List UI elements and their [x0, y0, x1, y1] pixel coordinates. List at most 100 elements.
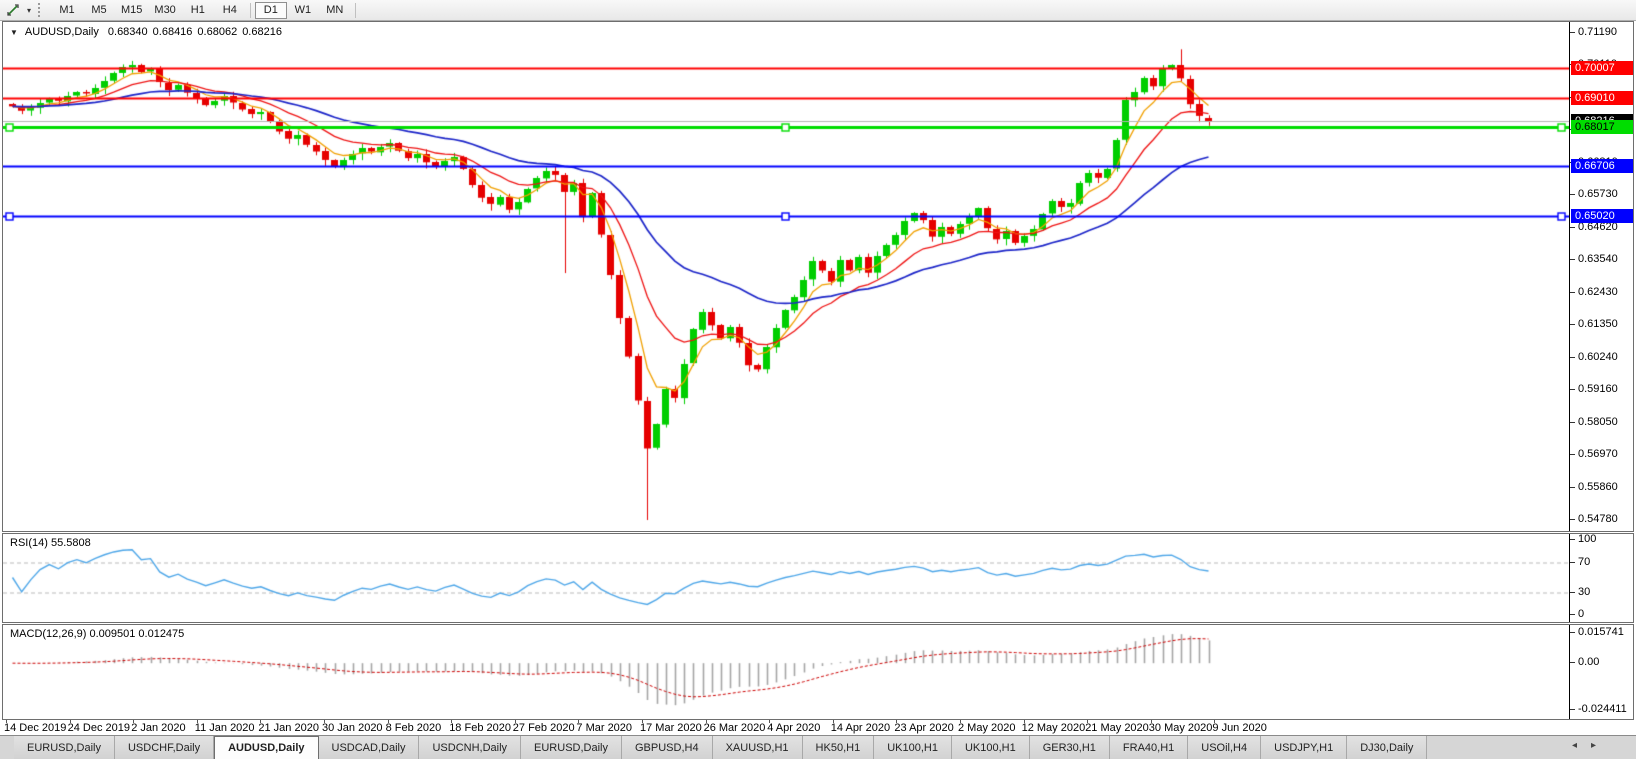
price-tick: 0.56970: [1578, 448, 1618, 461]
time-axis: 14 Dec 201924 Dec 20192 Jan 2020 11 Jan 2…: [2, 720, 1634, 735]
chart-open-value: 0.68340: [108, 26, 148, 38]
timeframe-button-m1[interactable]: M1: [51, 2, 83, 19]
chart-tab-usdchf-daily[interactable]: USDCHF,Daily: [115, 736, 214, 759]
chart-symbol: AUDUSD,Daily: [25, 26, 99, 38]
rsi-tick: 70: [1578, 556, 1590, 569]
chart-tab-ger30-h1[interactable]: GER30,H1: [1030, 736, 1110, 759]
chart-tab-xauusd-h1[interactable]: XAUUSD,H1: [713, 736, 803, 759]
chart-tab-usdcnh-daily[interactable]: USDCNH,Daily: [419, 736, 521, 759]
time-label: 8 Feb 2020: [386, 722, 442, 734]
mt4-window: ▾ M1M5M15M30H1H4 D1W1MN ▼ AUDUSD,Daily 0.…: [0, 0, 1636, 759]
timeframe-button-m5[interactable]: M5: [83, 2, 115, 19]
chart-tab-usdcad-daily[interactable]: USDCAD,Daily: [319, 736, 420, 759]
time-label: 30 May 2020: [1149, 722, 1213, 734]
chart-tab-fra40-h1[interactable]: FRA40,H1: [1110, 736, 1188, 759]
timeframe-buttons: M1M5M15M30H1H4 D1W1MN: [51, 2, 360, 19]
chart-tab-usoil-h4[interactable]: USOil,H4: [1188, 736, 1261, 759]
rsi-chart-canvas[interactable]: [3, 534, 1569, 622]
macd-chart-canvas[interactable]: [3, 625, 1569, 719]
timeframe-button-m30[interactable]: M30: [148, 2, 181, 19]
chart-tab-audusd-daily[interactable]: AUDUSD,Daily: [214, 736, 318, 759]
toolbar: ▾ M1M5M15M30H1H4 D1W1MN: [0, 0, 1636, 21]
toolbar-grip: [38, 3, 43, 17]
time-label: 24 Dec 2019: [68, 722, 130, 734]
macd-header: MACD(12,26,9) 0.009501 0.012475: [10, 628, 184, 640]
tab-scroll-left-icon[interactable]: ◂: [1572, 740, 1577, 751]
time-label: 9 Jun 2020: [1212, 722, 1266, 734]
price-tick: 0.61350: [1578, 318, 1618, 331]
price-line-tag-0.68017[interactable]: 0.68017: [1571, 120, 1633, 134]
candlestick-chart-canvas[interactable]: [3, 22, 1569, 531]
macd-panel[interactable]: MACD(12,26,9) 0.009501 0.012475 0.015741…: [2, 624, 1634, 720]
price-axis: 0.711900.701100.690000.679200.668100.657…: [1569, 22, 1633, 531]
price-tick: 0.63540: [1578, 253, 1618, 266]
price-tick: 0.58050: [1578, 416, 1618, 429]
time-label: 17 Mar 2020: [640, 722, 702, 734]
time-label: 2 Jan 2020: [131, 722, 185, 734]
time-label: 26 Mar 2020: [704, 722, 766, 734]
chart-tab-dj30-daily[interactable]: DJ30,Daily: [1347, 736, 1427, 759]
chart-tab-uk100-h1[interactable]: UK100,H1: [874, 736, 952, 759]
timeframe-button-w1[interactable]: W1: [287, 2, 319, 19]
price-tick: 0.65730: [1578, 188, 1618, 201]
time-label: 4 Apr 2020: [767, 722, 820, 734]
macd-tick: 0.00: [1578, 656, 1599, 669]
chart-tab-gbpusd-h4[interactable]: GBPUSD,H4: [622, 736, 713, 759]
macd-tick: 0.015741: [1578, 626, 1624, 639]
macd-tick: -0.024411: [1578, 703, 1627, 716]
price-chart-panel[interactable]: ▼ AUDUSD,Daily 0.68340 0.68416 0.68062 0…: [2, 21, 1634, 532]
price-line-tag-0.66706[interactable]: 0.66706: [1571, 159, 1633, 173]
time-label: 11 Jan 2020: [195, 722, 255, 734]
time-label: 27 Feb 2020: [513, 722, 575, 734]
time-label: 18 Feb 2020: [449, 722, 511, 734]
tab-scroll-arrows: ◂ ▸: [1572, 740, 1596, 751]
rsi-tick: 100: [1578, 533, 1596, 546]
rsi-axis: 100 70 30 0: [1569, 534, 1633, 622]
price-tick: 0.62430: [1578, 286, 1618, 299]
time-label: 14 Apr 2020: [831, 722, 890, 734]
price-line-tag-0.69010[interactable]: 0.69010: [1571, 91, 1633, 105]
price-line-tag-0.65020[interactable]: 0.65020: [1571, 209, 1633, 223]
chart-tab-eurusd-daily[interactable]: EURUSD,Daily: [521, 736, 622, 759]
price-line-tag-0.70007[interactable]: 0.70007: [1571, 61, 1633, 75]
macd-axis: 0.015741 0.00 -0.024411: [1569, 625, 1633, 719]
time-label: 2 May 2020: [958, 722, 1015, 734]
rsi-header: RSI(14) 55.5808: [10, 537, 91, 549]
price-tick: 0.55860: [1578, 481, 1618, 494]
timeframe-button-m15[interactable]: M15: [115, 2, 148, 19]
price-tick: 0.59160: [1578, 383, 1618, 396]
chart-tabs: EURUSD,DailyUSDCHF,DailyAUDUSD,DailyUSDC…: [14, 736, 1427, 759]
time-label: 14 Dec 2019: [4, 722, 66, 734]
price-tick: 0.71190: [1578, 26, 1617, 39]
tool-dropdown-caret[interactable]: ▾: [24, 6, 34, 15]
chart-tab-uk100-h1[interactable]: UK100,H1: [952, 736, 1030, 759]
rsi-panel[interactable]: RSI(14) 55.5808 100 70 30 0: [2, 533, 1634, 623]
timeframe-button-h4[interactable]: H4: [214, 2, 246, 19]
chart-dropdown-icon[interactable]: ▼: [10, 28, 18, 37]
chart-high-value: 0.68416: [153, 26, 193, 38]
chart-tab-eurusd-daily[interactable]: EURUSD,Daily: [14, 736, 115, 759]
timeframe-button-d1[interactable]: D1: [255, 2, 287, 19]
chart-tab-hk50-h1[interactable]: HK50,H1: [803, 736, 875, 759]
timeframe-button-mn[interactable]: MN: [319, 2, 351, 19]
toolbar-separator: [355, 3, 356, 18]
toolbar-separator: [250, 3, 251, 18]
time-label: 30 Jan 2020: [322, 722, 383, 734]
price-tick: 0.54780: [1578, 513, 1618, 526]
chart-low-value: 0.68062: [197, 26, 237, 38]
chart-title: ▼ AUDUSD,Daily 0.68340 0.68416 0.68062 0…: [10, 26, 282, 38]
chart-close-value: 0.68216: [242, 26, 282, 38]
time-label: 12 May 2020: [1022, 722, 1086, 734]
time-label: 23 Apr 2020: [894, 722, 953, 734]
chart-tab-usdjpy-h1[interactable]: USDJPY,H1: [1261, 736, 1347, 759]
chart-tab-bar: EURUSD,DailyUSDCHF,DailyAUDUSD,DailyUSDC…: [0, 735, 1636, 759]
price-tick: 0.60240: [1578, 351, 1618, 364]
time-label: 21 Jan 2020: [258, 722, 319, 734]
rsi-tick: 0: [1578, 608, 1584, 621]
time-label: 7 Mar 2020: [576, 722, 632, 734]
tab-scroll-right-icon[interactable]: ▸: [1591, 740, 1596, 751]
timeframe-button-h1[interactable]: H1: [182, 2, 214, 19]
rsi-tick: 30: [1578, 586, 1590, 599]
time-label: 21 May 2020: [1085, 722, 1149, 734]
line-studies-icon[interactable]: [4, 2, 22, 19]
